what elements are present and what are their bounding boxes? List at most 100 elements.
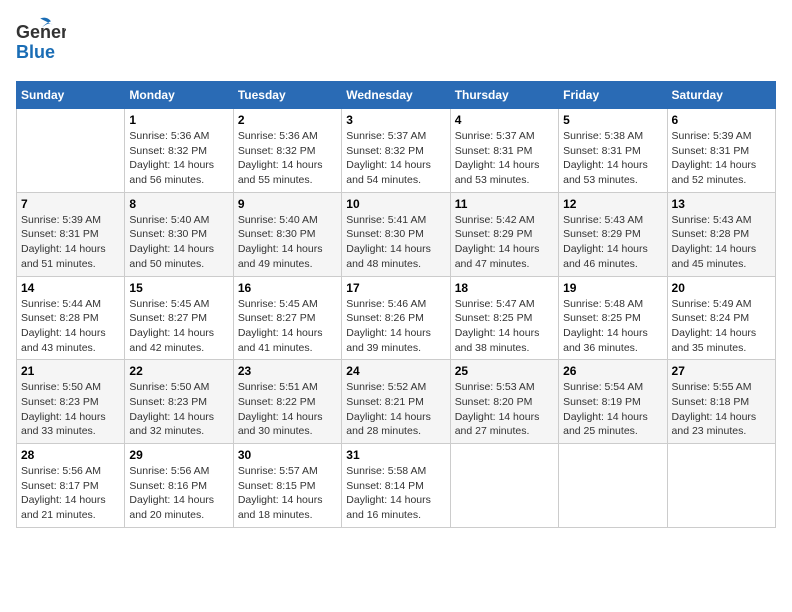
day-number: 15 xyxy=(129,281,228,295)
day-info: Sunrise: 5:52 AM Sunset: 8:21 PM Dayligh… xyxy=(346,380,445,439)
calendar-cell: 6 Sunrise: 5:39 AM Sunset: 8:31 PM Daylig… xyxy=(667,109,775,193)
day-number: 22 xyxy=(129,364,228,378)
calendar-cell xyxy=(450,444,558,528)
calendar-cell: 11 Sunrise: 5:42 AM Sunset: 8:29 PM Dayli… xyxy=(450,192,558,276)
day-number: 3 xyxy=(346,113,445,127)
day-number: 10 xyxy=(346,197,445,211)
day-info: Sunrise: 5:39 AM Sunset: 8:31 PM Dayligh… xyxy=(672,129,771,188)
calendar-week-2: 14Sunrise: 5:44 AM Sunset: 8:28 PM Dayli… xyxy=(17,276,776,360)
day-info: Sunrise: 5:44 AM Sunset: 8:28 PM Dayligh… xyxy=(21,297,120,356)
day-info: Sunrise: 5:55 AM Sunset: 8:18 PM Dayligh… xyxy=(672,380,771,439)
day-number: 27 xyxy=(672,364,771,378)
calendar-week-3: 21 Sunrise: 5:50 AM Sunset: 8:23 PM Dayli… xyxy=(17,360,776,444)
day-number: 26 xyxy=(563,364,662,378)
calendar-cell: 26 Sunrise: 5:54 AM Sunset: 8:19 PM Dayli… xyxy=(559,360,667,444)
calendar-cell xyxy=(17,109,125,193)
calendar-cell: 29 Sunrise: 5:56 AM Sunset: 8:16 PM Dayli… xyxy=(125,444,233,528)
day-info: Sunrise: 5:45 AM Sunset: 8:27 PM Dayligh… xyxy=(129,297,228,356)
calendar-cell: 13Sunrise: 5:43 AM Sunset: 8:28 PM Dayli… xyxy=(667,192,775,276)
day-info: Sunrise: 5:50 AM Sunset: 8:23 PM Dayligh… xyxy=(129,380,228,439)
header-cell-tuesday: Tuesday xyxy=(233,82,341,109)
day-info: Sunrise: 5:41 AM Sunset: 8:30 PM Dayligh… xyxy=(346,213,445,272)
day-number: 6 xyxy=(672,113,771,127)
header-cell-sunday: Sunday xyxy=(17,82,125,109)
calendar-cell: 5 Sunrise: 5:38 AM Sunset: 8:31 PM Daylig… xyxy=(559,109,667,193)
day-number: 24 xyxy=(346,364,445,378)
day-info: Sunrise: 5:36 AM Sunset: 8:32 PM Dayligh… xyxy=(129,129,228,188)
calendar-cell: 15 Sunrise: 5:45 AM Sunset: 8:27 PM Dayli… xyxy=(125,276,233,360)
day-info: Sunrise: 5:42 AM Sunset: 8:29 PM Dayligh… xyxy=(455,213,554,272)
day-info: Sunrise: 5:36 AM Sunset: 8:32 PM Dayligh… xyxy=(238,129,337,188)
header-cell-friday: Friday xyxy=(559,82,667,109)
svg-text:Blue: Blue xyxy=(16,42,55,62)
day-info: Sunrise: 5:57 AM Sunset: 8:15 PM Dayligh… xyxy=(238,464,337,523)
calendar-header-row: SundayMondayTuesdayWednesdayThursdayFrid… xyxy=(17,82,776,109)
day-info: Sunrise: 5:38 AM Sunset: 8:31 PM Dayligh… xyxy=(563,129,662,188)
day-info: Sunrise: 5:45 AM Sunset: 8:27 PM Dayligh… xyxy=(238,297,337,356)
calendar-body: 1 Sunrise: 5:36 AM Sunset: 8:32 PM Daylig… xyxy=(17,109,776,528)
day-info: Sunrise: 5:53 AM Sunset: 8:20 PM Dayligh… xyxy=(455,380,554,439)
day-number: 2 xyxy=(238,113,337,127)
day-number: 5 xyxy=(563,113,662,127)
day-number: 31 xyxy=(346,448,445,462)
calendar-cell: 21 Sunrise: 5:50 AM Sunset: 8:23 PM Dayli… xyxy=(17,360,125,444)
day-info: Sunrise: 5:39 AM Sunset: 8:31 PM Dayligh… xyxy=(21,213,120,272)
calendar-cell: 14Sunrise: 5:44 AM Sunset: 8:28 PM Dayli… xyxy=(17,276,125,360)
calendar-cell: 7 Sunrise: 5:39 AM Sunset: 8:31 PM Daylig… xyxy=(17,192,125,276)
calendar-week-1: 7 Sunrise: 5:39 AM Sunset: 8:31 PM Daylig… xyxy=(17,192,776,276)
day-info: Sunrise: 5:50 AM Sunset: 8:23 PM Dayligh… xyxy=(21,380,120,439)
calendar-week-0: 1 Sunrise: 5:36 AM Sunset: 8:32 PM Daylig… xyxy=(17,109,776,193)
calendar-cell: 9 Sunrise: 5:40 AM Sunset: 8:30 PM Daylig… xyxy=(233,192,341,276)
day-info: Sunrise: 5:51 AM Sunset: 8:22 PM Dayligh… xyxy=(238,380,337,439)
day-number: 25 xyxy=(455,364,554,378)
day-number: 11 xyxy=(455,197,554,211)
calendar-cell: 18 Sunrise: 5:47 AM Sunset: 8:25 PM Dayli… xyxy=(450,276,558,360)
calendar-cell: 2 Sunrise: 5:36 AM Sunset: 8:32 PM Daylig… xyxy=(233,109,341,193)
calendar-week-4: 28Sunrise: 5:56 AM Sunset: 8:17 PM Dayli… xyxy=(17,444,776,528)
calendar-cell xyxy=(667,444,775,528)
day-info: Sunrise: 5:48 AM Sunset: 8:25 PM Dayligh… xyxy=(563,297,662,356)
day-number: 28 xyxy=(21,448,120,462)
day-info: Sunrise: 5:40 AM Sunset: 8:30 PM Dayligh… xyxy=(129,213,228,272)
calendar-cell: 10 Sunrise: 5:41 AM Sunset: 8:30 PM Dayli… xyxy=(342,192,450,276)
day-number: 30 xyxy=(238,448,337,462)
calendar-cell: 17Sunrise: 5:46 AM Sunset: 8:26 PM Dayli… xyxy=(342,276,450,360)
header-cell-wednesday: Wednesday xyxy=(342,82,450,109)
header-cell-saturday: Saturday xyxy=(667,82,775,109)
day-info: Sunrise: 5:46 AM Sunset: 8:26 PM Dayligh… xyxy=(346,297,445,356)
day-number: 8 xyxy=(129,197,228,211)
day-number: 23 xyxy=(238,364,337,378)
day-number: 1 xyxy=(129,113,228,127)
day-info: Sunrise: 5:58 AM Sunset: 8:14 PM Dayligh… xyxy=(346,464,445,523)
header: General Blue xyxy=(16,16,776,71)
day-number: 18 xyxy=(455,281,554,295)
logo: General Blue xyxy=(16,16,66,71)
day-info: Sunrise: 5:49 AM Sunset: 8:24 PM Dayligh… xyxy=(672,297,771,356)
calendar-cell xyxy=(559,444,667,528)
day-info: Sunrise: 5:54 AM Sunset: 8:19 PM Dayligh… xyxy=(563,380,662,439)
day-info: Sunrise: 5:37 AM Sunset: 8:31 PM Dayligh… xyxy=(455,129,554,188)
calendar-cell: 28Sunrise: 5:56 AM Sunset: 8:17 PM Dayli… xyxy=(17,444,125,528)
calendar-cell: 1 Sunrise: 5:36 AM Sunset: 8:32 PM Daylig… xyxy=(125,109,233,193)
day-number: 4 xyxy=(455,113,554,127)
day-number: 21 xyxy=(21,364,120,378)
calendar-cell: 4 Sunrise: 5:37 AM Sunset: 8:31 PM Daylig… xyxy=(450,109,558,193)
day-info: Sunrise: 5:43 AM Sunset: 8:28 PM Dayligh… xyxy=(672,213,771,272)
day-info: Sunrise: 5:40 AM Sunset: 8:30 PM Dayligh… xyxy=(238,213,337,272)
calendar-cell: 23 Sunrise: 5:51 AM Sunset: 8:22 PM Dayli… xyxy=(233,360,341,444)
svg-text:General: General xyxy=(16,22,66,42)
calendar-cell: 22 Sunrise: 5:50 AM Sunset: 8:23 PM Dayli… xyxy=(125,360,233,444)
day-number: 20 xyxy=(672,281,771,295)
day-info: Sunrise: 5:56 AM Sunset: 8:16 PM Dayligh… xyxy=(129,464,228,523)
calendar: SundayMondayTuesdayWednesdayThursdayFrid… xyxy=(16,81,776,528)
calendar-cell: 16Sunrise: 5:45 AM Sunset: 8:27 PM Dayli… xyxy=(233,276,341,360)
header-cell-monday: Monday xyxy=(125,82,233,109)
day-info: Sunrise: 5:47 AM Sunset: 8:25 PM Dayligh… xyxy=(455,297,554,356)
calendar-cell: 3Sunrise: 5:37 AM Sunset: 8:32 PM Daylig… xyxy=(342,109,450,193)
calendar-cell: 27 Sunrise: 5:55 AM Sunset: 8:18 PM Dayli… xyxy=(667,360,775,444)
day-number: 29 xyxy=(129,448,228,462)
day-number: 7 xyxy=(21,197,120,211)
day-number: 12 xyxy=(563,197,662,211)
day-number: 9 xyxy=(238,197,337,211)
calendar-cell: 30 Sunrise: 5:57 AM Sunset: 8:15 PM Dayli… xyxy=(233,444,341,528)
